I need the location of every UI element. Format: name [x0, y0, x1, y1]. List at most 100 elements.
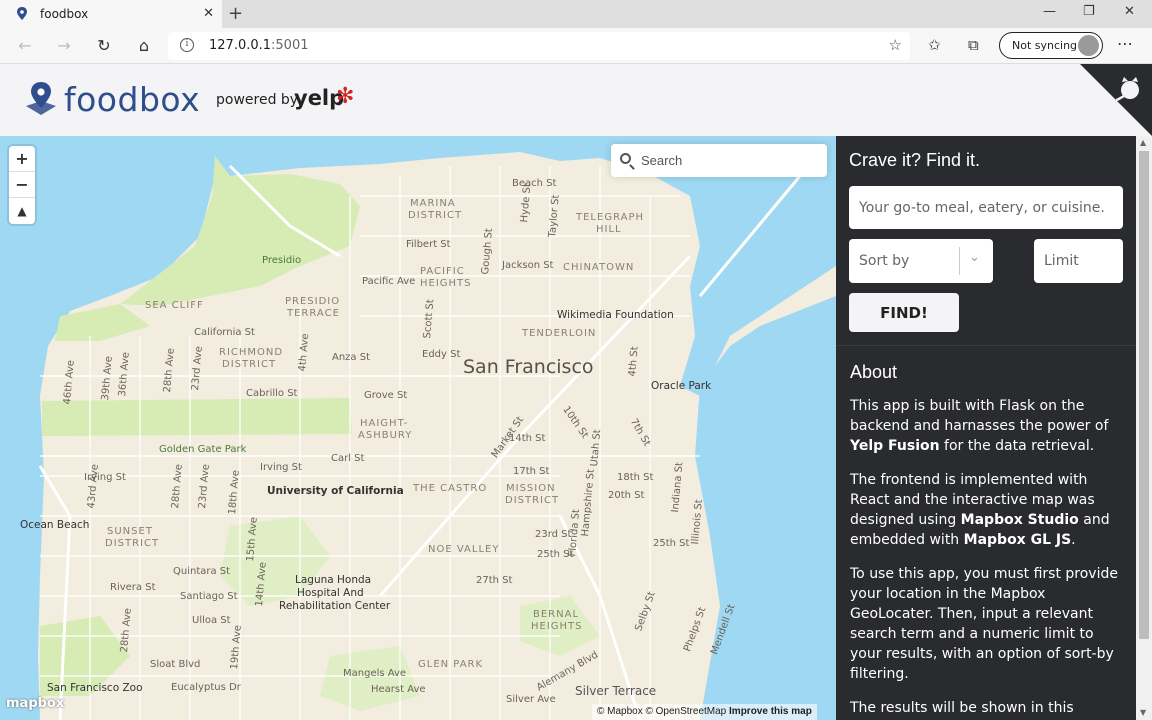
minimize-icon[interactable]: — — [1043, 4, 1056, 19]
chevron-down-icon[interactable]: ⌄ — [969, 250, 980, 265]
street-label: 23rd St — [535, 529, 572, 540]
street-label: Quintara St — [173, 566, 231, 577]
map-label: TENDERLOIN — [522, 328, 597, 339]
map-poi-label: Wikimedia Foundation — [557, 309, 674, 321]
street-label: Filbert St — [406, 239, 451, 250]
refresh-icon[interactable]: ↻ — [94, 36, 114, 55]
map-label: HAIGHT- — [360, 418, 409, 429]
street-label: Santiago St — [180, 591, 238, 602]
map-label: DISTRICT — [408, 210, 463, 221]
search-icon — [620, 153, 631, 164]
map-label: DISTRICT — [505, 495, 560, 506]
brand-name[interactable]: foodbox — [64, 80, 200, 119]
map-label: MARINA — [410, 198, 456, 209]
map-attribution: © Mapbox © OpenStreetMap Improve this ma… — [592, 704, 817, 720]
foodbox-pin-logo-icon — [26, 82, 56, 115]
street-label: Eucalyptus Dr — [171, 682, 241, 693]
street-label: Silver Ave — [506, 694, 556, 705]
street-label: Irving St — [260, 462, 302, 473]
tab-title: foodbox — [40, 7, 89, 21]
new-tab-icon[interactable]: + — [228, 3, 243, 24]
compass-icon[interactable]: ▲ — [9, 198, 35, 224]
street-label: Carl St — [331, 453, 365, 464]
sidebar-heading: Crave it? Find it. — [849, 150, 981, 170]
scrollbar-thumb[interactable] — [1139, 151, 1149, 639]
street-label: Eddy St — [422, 349, 461, 360]
map-label: PACIFIC — [420, 266, 465, 277]
browser-toolbar: ← → ↻ ⌂ i 127.0.0.1:5001 ☆ ✩ ⧉ Not synci… — [0, 28, 1152, 64]
map-label: SUNSET — [107, 526, 153, 537]
map-poi-label: Ocean Beach — [20, 519, 90, 531]
street-label: 17th St — [513, 466, 550, 477]
github-corner-icon[interactable] — [1080, 64, 1152, 136]
map-label: THE CASTRO — [413, 483, 488, 494]
more-menu-icon[interactable]: ⋯ — [1117, 34, 1133, 53]
browser-tab-bar: foodbox ✕ + — ❐ ✕ — [0, 0, 1152, 28]
street-label: 14th St — [509, 433, 546, 444]
street-label: Ulloa St — [192, 615, 231, 626]
sort-by-label: Sort by — [859, 253, 910, 269]
map-label: PRESIDIO — [285, 296, 341, 307]
map-label: TELEGRAPH — [576, 212, 644, 223]
sort-by-select[interactable]: Sort by ⌄ — [849, 239, 993, 283]
search-term-input[interactable] — [849, 186, 1123, 229]
back-icon[interactable]: ← — [15, 36, 35, 55]
site-info-icon[interactable]: i — [180, 38, 194, 52]
attribution-text[interactable]: © Mapbox © OpenStreetMap — [597, 706, 726, 717]
map-poi-label: Hospital And — [297, 587, 364, 599]
mapbox-logo[interactable]: mapbox — [6, 696, 64, 711]
map-poi-label: Laguna Honda — [295, 574, 372, 586]
yelp-burst-icon: ✻ — [336, 84, 355, 109]
about-paragraph-1: This app is built with Flask on the back… — [850, 398, 1109, 454]
map-label: BERNAL — [533, 609, 580, 620]
map-search-input[interactable] — [641, 150, 821, 170]
sync-button[interactable]: Not syncing — [999, 32, 1103, 59]
map-label: GLEN PARK — [418, 659, 484, 670]
street-label: Jackson St — [502, 260, 554, 271]
profile-avatar-icon — [1078, 35, 1099, 56]
home-icon[interactable]: ⌂ — [134, 36, 154, 55]
url-text: 127.0.0.1:5001 — [209, 38, 309, 53]
map-label: HEIGHTS — [420, 278, 472, 289]
sidebar-scrollbar[interactable]: ▲ ▼ — [1136, 136, 1152, 720]
street-label: Grove St — [364, 390, 408, 401]
favicon-pin-icon — [17, 7, 27, 20]
map-poi-label: Oracle Park — [651, 380, 712, 392]
map-poi-label: San Francisco Zoo — [47, 682, 143, 694]
tab-close-icon[interactable]: ✕ — [203, 6, 214, 21]
window-close-icon[interactable]: ✕ — [1124, 4, 1135, 19]
map-label: NOE VALLEY — [428, 544, 500, 555]
map-label: Silver Terrace — [575, 684, 657, 698]
favorite-star-icon[interactable]: ☆ — [889, 36, 902, 54]
map-poi-label: Rehabilitation Center — [279, 600, 391, 612]
street-label: Sloat Blvd — [150, 659, 201, 670]
restore-icon[interactable]: ❐ — [1083, 4, 1095, 19]
map-label: DISTRICT — [105, 538, 160, 549]
zoom-out-icon[interactable]: − — [9, 172, 35, 198]
sidebar-divider — [836, 345, 1136, 346]
street-label: Beach St — [512, 178, 557, 189]
map-geocoder — [611, 144, 827, 177]
address-bar[interactable]: i 127.0.0.1:5001 ☆ — [168, 32, 910, 60]
limit-input[interactable] — [1034, 239, 1123, 283]
street-label: 18th St — [617, 472, 654, 483]
scroll-up-icon[interactable]: ▲ — [1140, 138, 1146, 147]
find-button[interactable]: FIND! — [849, 293, 959, 332]
map-label: TERRACE — [287, 308, 340, 319]
map-canvas[interactable]: MARINA DISTRICT TELEGRAPH HILL Presidio … — [0, 136, 836, 720]
street-label: 25th St — [653, 538, 690, 549]
zoom-in-icon[interactable]: + — [9, 146, 35, 172]
map-label: Presidio — [262, 255, 302, 266]
street-label: Pacific Ave — [362, 276, 416, 287]
scroll-down-icon[interactable]: ▼ — [1140, 708, 1146, 717]
street-label: Anza St — [332, 352, 371, 363]
map-label: ASHBURY — [358, 430, 413, 441]
collections-icon[interactable]: ⧉ — [968, 36, 979, 54]
map-poi-label: University of California — [267, 485, 404, 497]
forward-icon[interactable]: → — [54, 36, 74, 55]
improve-map-link[interactable]: Improve this map — [729, 706, 812, 717]
map-label: DISTRICT — [222, 359, 277, 370]
browser-tab[interactable]: foodbox ✕ — [0, 0, 222, 28]
about-paragraph-2: The frontend is implemented with React a… — [850, 472, 1110, 548]
favorites-icon[interactable]: ✩ — [928, 36, 941, 54]
